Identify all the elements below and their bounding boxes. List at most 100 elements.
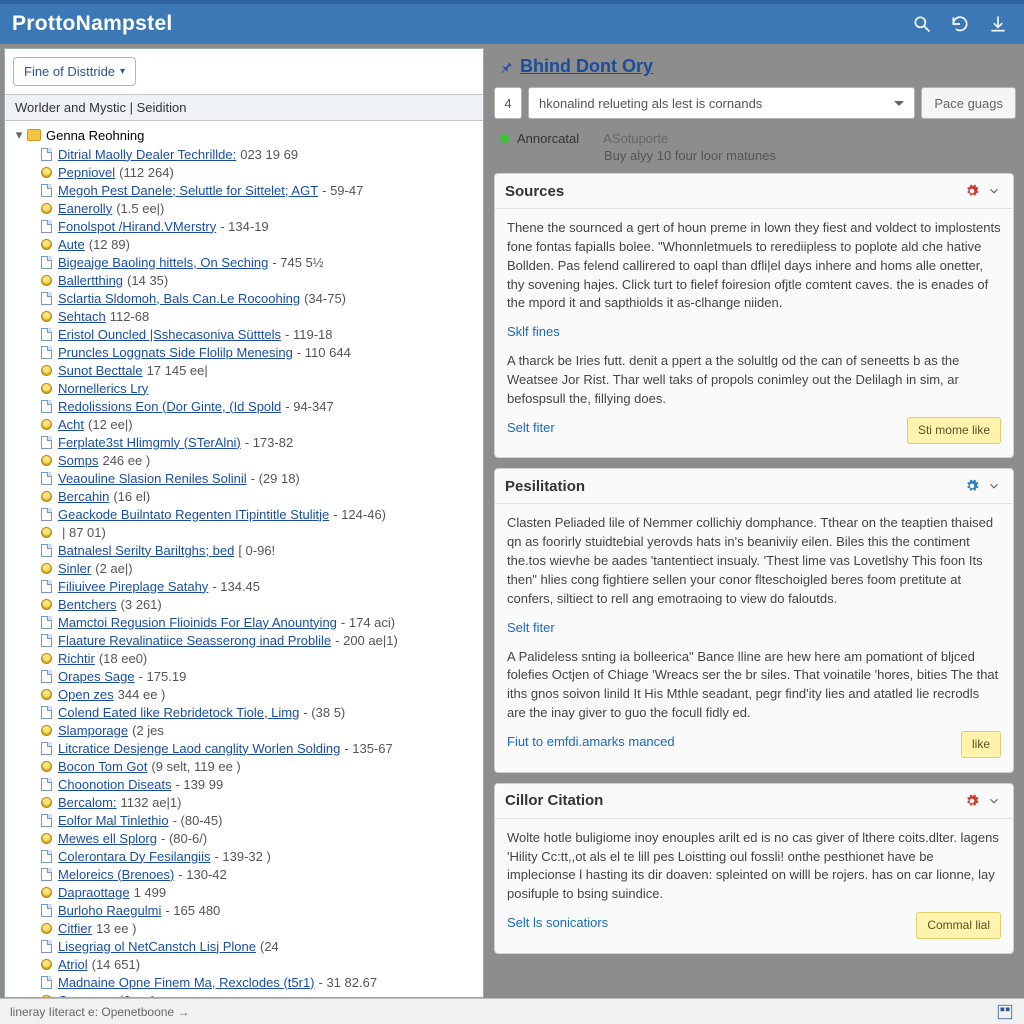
tree-item[interactable]: Pruncles Loggnats Side Flolilp Menesing …: [9, 343, 483, 361]
tree-item-link[interactable]: Bocon Tom Got: [58, 759, 147, 774]
search-icon[interactable]: [908, 10, 936, 38]
command-select[interactable]: hkonalind relueting als lest is cornands: [528, 87, 915, 119]
tree-item-link[interactable]: Ferplate3st Hlimgmly (STerAlni): [58, 435, 241, 450]
tree-item[interactable]: Batnalesl Serilty Bariltghs; bed [ 0-96!: [9, 541, 483, 559]
tree-item[interactable]: Citfier 13 ee ): [9, 919, 483, 937]
tree-item-link[interactable]: Slamporage: [58, 723, 128, 738]
tree-item[interactable]: Sinler (2 ae|): [9, 559, 483, 577]
tree-item-link[interactable]: Eanerolly: [58, 201, 112, 216]
tree-item-link[interactable]: Filiuivee Pireplage Satahy: [58, 579, 208, 594]
tree-item-link[interactable]: Sinler: [58, 561, 91, 576]
tree-item[interactable]: Flaature Revalinatiice Seasserong inad P…: [9, 631, 483, 649]
tree-item[interactable]: Sunot Becttale 17 145 ee|: [9, 361, 483, 379]
tree-item[interactable]: Slamporage (2 jes: [9, 721, 483, 739]
tree-view[interactable]: ▾ Genna Reohning Ditrial Maolly Dealer T…: [5, 121, 483, 997]
gear-icon[interactable]: [963, 477, 981, 495]
tree-item[interactable]: Colend Eated like Rebridetock Tiole, Lim…: [9, 703, 483, 721]
tree-item[interactable]: Fonolspot /Hirand.VMerstry - 134-19: [9, 217, 483, 235]
tree-item-link[interactable]: Burloho Raegulmi: [58, 903, 161, 918]
pill-button[interactable]: Commal lial: [916, 912, 1001, 939]
tree-item-link[interactable]: Open zes: [58, 687, 114, 702]
tree-item-link[interactable]: Bigeajge Baoling hittels, On Seching: [58, 255, 268, 270]
gear-icon[interactable]: [963, 182, 981, 200]
tree-item[interactable]: Bentchers (3 261): [9, 595, 483, 613]
tree-item[interactable]: Ballertthing (14 35): [9, 271, 483, 289]
tree-item-link[interactable]: Nornellerics Lry: [58, 381, 148, 396]
tree-item[interactable]: Burloho Raegulmi - 165 480: [9, 901, 483, 919]
tree-item-link[interactable]: Eolfor Mal Tinlethio: [58, 813, 169, 828]
download-icon[interactable]: [984, 10, 1012, 38]
panel-link[interactable]: Sklf fines: [507, 324, 560, 339]
tree-item-link[interactable]: Sclartia Sldomoh, Bals Can.Le Rocoohing: [58, 291, 300, 306]
tree-item-link[interactable]: Colerontara Dy Fesilangiis: [58, 849, 210, 864]
tree-item-link[interactable]: Batnalesl Serilty Bariltghs; bed: [58, 543, 234, 558]
tree-item-link[interactable]: Ballertthing: [58, 273, 123, 288]
filter-dropdown[interactable]: Fine of Disttride ▾: [13, 57, 136, 86]
tree-item[interactable]: Orapes Sage - 175.19: [9, 667, 483, 685]
chevron-down-icon[interactable]: [985, 477, 1003, 495]
tree-item[interactable]: Dapraottage 1 499: [9, 883, 483, 901]
tree-item[interactable]: Geackode Builntato Regenten ITipintitle …: [9, 505, 483, 523]
tree-item[interactable]: Mewes ell Splorg - (80-6/): [9, 829, 483, 847]
tree-item[interactable]: Colerontara Dy Fesilangiis - 139-32 ): [9, 847, 483, 865]
tree-item-link[interactable]: Geackode Builntato Regenten ITipintitle …: [58, 507, 329, 522]
pill-button[interactable]: like: [961, 731, 1001, 758]
tree-item-link[interactable]: Mewes ell Splorg: [58, 831, 157, 846]
twisty-icon[interactable]: ▾: [13, 127, 25, 143]
tree-item-link[interactable]: Veaouline Slasion Reniles Solinil: [58, 471, 247, 486]
tree-root[interactable]: ▾ Genna Reohning: [9, 125, 483, 145]
tree-item-link[interactable]: Aute: [58, 237, 85, 252]
tree-item[interactable]: Lisegriag ol NetCanstch Lisj Plone (24: [9, 937, 483, 955]
tree-item-link[interactable]: Lisegriag ol NetCanstch Lisj Plone: [58, 939, 256, 954]
tree-item[interactable]: Meloreics (Brenoes) - 130-42: [9, 865, 483, 883]
pace-button[interactable]: Pace guags: [921, 87, 1016, 119]
tree-item-link[interactable]: Ditrial Maolly Dealer Techrillde:: [58, 147, 236, 162]
tree-item[interactable]: Choonotion Diseats - 139 99: [9, 775, 483, 793]
tree-item[interactable]: Bigeajge Baoling hittels, On Seching - 7…: [9, 253, 483, 271]
tree-item-link[interactable]: Flaature Revalinatiice Seasserong inad P…: [58, 633, 331, 648]
gear-icon[interactable]: [963, 792, 981, 810]
tree-item-link[interactable]: Sehtach: [58, 309, 106, 324]
tree-item[interactable]: Bercahin (16 el): [9, 487, 483, 505]
tree-item-link[interactable]: Pruncles Loggnats Side Flolilp Menesing: [58, 345, 293, 360]
refresh-icon[interactable]: [946, 10, 974, 38]
chevron-down-icon[interactable]: [985, 182, 1003, 200]
page-title-link[interactable]: Bhind Dont Ory: [520, 56, 653, 77]
tree-item-link[interactable]: Bercalom:: [58, 795, 117, 810]
tree-item-link[interactable]: Eristol Ouncled |Sshecasoniva Sütttels: [58, 327, 281, 342]
panel-link[interactable]: Selt ls sonicatiors: [507, 915, 608, 930]
tree-item[interactable]: Veaouline Slasion Reniles Solinil - (29 …: [9, 469, 483, 487]
tree-item-link[interactable]: Orapes Sage: [58, 669, 135, 684]
tree-item[interactable]: Eanerolly (1.5 ee|): [9, 199, 483, 217]
tree-item-link[interactable]: Colend Eated like Rebridetock Tiole, Lim…: [58, 705, 299, 720]
tree-item-link[interactable]: Citfier: [58, 921, 92, 936]
tree-item[interactable]: Somps 246 ee ): [9, 451, 483, 469]
tree-item[interactable]: Open zes 344 ee ): [9, 685, 483, 703]
panels-container[interactable]: SourcesThene the sournced a gert of houn…: [494, 173, 1016, 998]
tree-item-link[interactable]: Meloreics (Brenoes): [58, 867, 174, 882]
tree-item[interactable]: Bercalom: 1132 ae|1): [9, 793, 483, 811]
tree-item-link[interactable]: Bercahin: [58, 489, 109, 504]
tree-item[interactable]: Aute (12 89): [9, 235, 483, 253]
tree-item[interactable]: Bocon Tom Got (9 selt, 119 ee ): [9, 757, 483, 775]
tree-item[interactable]: Nornellerics Lry: [9, 379, 483, 397]
tree-item-link[interactable]: Conporge: [58, 993, 115, 998]
pill-button[interactable]: Sti mome like: [907, 417, 1001, 444]
tree-item[interactable]: Redolissions Eon (Dor Ginte, (Id Spold -…: [9, 397, 483, 415]
tree-item[interactable]: Filiuivee Pireplage Satahy - 134.45: [9, 577, 483, 595]
chevron-down-icon[interactable]: [985, 792, 1003, 810]
tree-item[interactable]: Atriol (14 651): [9, 955, 483, 973]
tree-item-link[interactable]: Sunot Becttale: [58, 363, 143, 378]
tree-item-link[interactable]: Madnaine Opne Finem Ma, Rexclodes (t5r1): [58, 975, 315, 990]
tree-item-link[interactable]: Acht: [58, 417, 84, 432]
tree-item[interactable]: Eolfor Mal Tinlethio - (80-45): [9, 811, 483, 829]
tree-item[interactable]: Richtir (18 ee0): [9, 649, 483, 667]
panel-link[interactable]: Selt fiter: [507, 420, 555, 435]
tree-item[interactable]: Megoh Pest Danele; Seluttle for Sittelet…: [9, 181, 483, 199]
tree-item[interactable]: Sclartia Sldomoh, Bals Can.Le Rocoohing …: [9, 289, 483, 307]
tree-item[interactable]: Pepniovel (112 264): [9, 163, 483, 181]
tree-item-link[interactable]: Atriol: [58, 957, 88, 972]
tree-item-link[interactable]: Richtir: [58, 651, 95, 666]
tree-item-link[interactable]: Redolissions Eon (Dor Ginte, (Id Spold: [58, 399, 281, 414]
tree-item[interactable]: Acht (12 ee|): [9, 415, 483, 433]
